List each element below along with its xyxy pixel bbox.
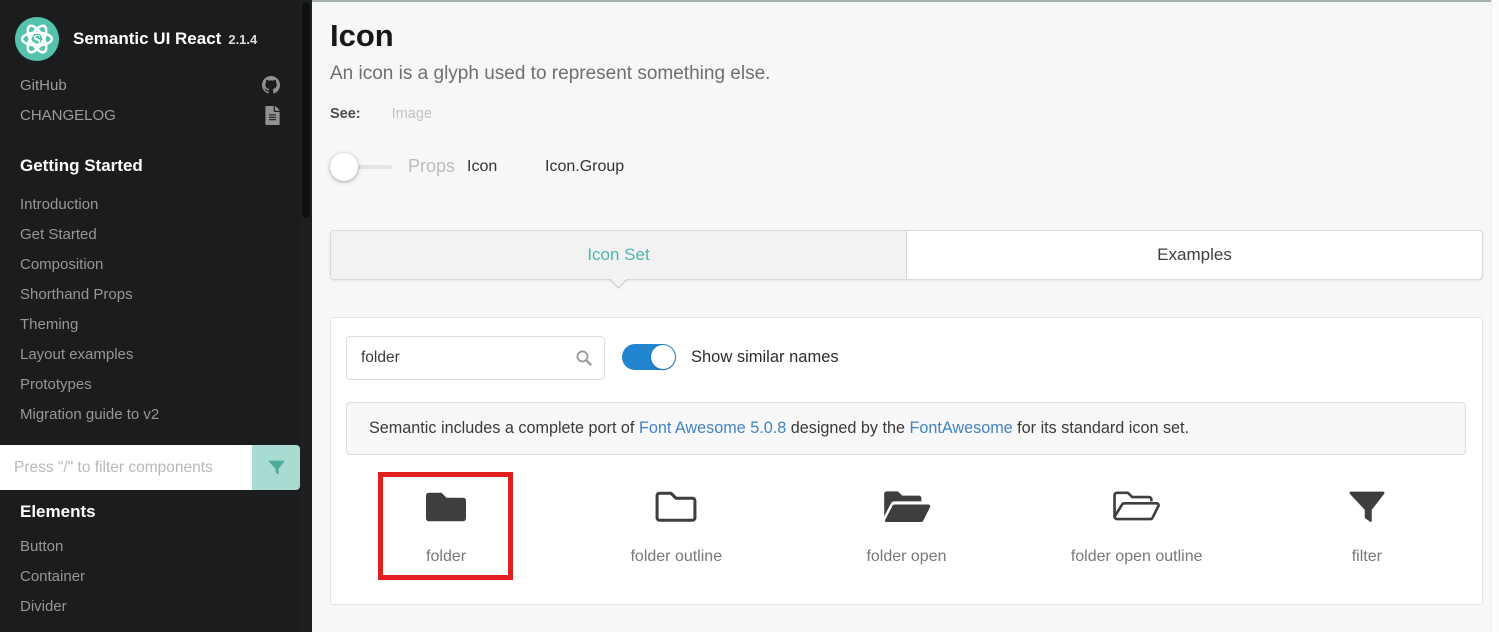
search-icon [575, 349, 593, 372]
sidebar-item-introduction[interactable]: Introduction [0, 190, 300, 220]
folder-open-outline-icon [1111, 478, 1162, 536]
tab-menu: Icon Set Examples [330, 230, 1483, 280]
sidebar-scrollbar-thumb[interactable] [302, 2, 310, 218]
see-label: See: [330, 106, 361, 122]
message-text: designed by the [786, 419, 909, 437]
react-atom-logo-icon: S [14, 16, 60, 62]
icon-result-label: folder open outline [1071, 548, 1203, 566]
page-scrollbar[interactable] [1491, 0, 1499, 632]
sidebar-item-migration-guide[interactable]: Migration guide to v2 [0, 400, 300, 430]
github-link-label: GitHub [20, 77, 67, 94]
component-filter [0, 445, 300, 490]
file-alt-icon [265, 106, 280, 125]
font-awesome-version-link[interactable]: Font Awesome 5.0.8 [639, 419, 786, 437]
sidebar: S Semantic UI React 2.1.4 GitHub CHANGELO… [0, 0, 312, 632]
page-title: Icon [330, 18, 394, 54]
icon-set-panel: Show similar names Semantic includes a c… [330, 317, 1483, 605]
icon-result-folder-outline[interactable]: folder outline [561, 478, 791, 566]
icon-result-folder[interactable]: folder [331, 478, 561, 566]
main-content: Icon An icon is a glyph used to represen… [312, 0, 1499, 632]
sidebar-link-github[interactable]: GitHub [0, 70, 300, 100]
component-filter-button[interactable] [252, 445, 300, 490]
see-link-image[interactable]: Image [392, 106, 432, 122]
folder-solid-icon [423, 478, 469, 536]
tab-examples[interactable]: Examples [907, 231, 1482, 279]
props-toggle-knob[interactable] [330, 153, 358, 181]
component-filter-input[interactable] [0, 445, 252, 490]
changelog-link-label: CHANGELOG [20, 107, 116, 124]
icon-results-grid: folder folder outline folder open [331, 478, 1482, 566]
sidebar-item-button[interactable]: Button [0, 532, 300, 562]
icon-result-label: folder open [866, 548, 946, 566]
sidebar-section-getting-started: Getting Started [0, 154, 300, 178]
show-similar-names-label: Show similar names [691, 348, 839, 367]
sidebar-item-prototypes[interactable]: Prototypes [0, 370, 300, 400]
message-text: for its standard icon set. [1013, 419, 1189, 437]
icon-result-folder-open-outline[interactable]: folder open outline [1022, 478, 1252, 566]
show-similar-names-toggle-knob[interactable] [651, 345, 675, 369]
props-bar: Props Icon Icon.Group [312, 152, 1499, 182]
filter-icon [1348, 478, 1386, 536]
show-similar-names-toggle[interactable] [622, 344, 676, 370]
sidebar-item-theming[interactable]: Theming [0, 310, 300, 340]
component-link-icon[interactable]: Icon [467, 158, 497, 176]
sidebar-item-get-started[interactable]: Get Started [0, 220, 300, 250]
sidebar-item-layout-examples[interactable]: Layout examples [0, 340, 300, 370]
filter-icon [268, 459, 285, 476]
sidebar-item-divider[interactable]: Divider [0, 592, 300, 622]
sidebar-item-composition[interactable]: Composition [0, 250, 300, 280]
brand-title: Semantic UI React [73, 29, 221, 48]
font-awesome-message: Semantic includes a complete port of Fon… [346, 402, 1466, 455]
props-toggle[interactable] [330, 152, 394, 182]
brand-version: 2.1.4 [228, 32, 257, 47]
sidebar-link-changelog[interactable]: CHANGELOG [0, 100, 300, 130]
icon-result-label: folder outline [630, 548, 722, 566]
see-also-row: See: Image [330, 106, 432, 122]
icon-search-input[interactable] [346, 336, 605, 380]
font-awesome-link[interactable]: FontAwesome [910, 419, 1013, 437]
icon-result-folder-open[interactable]: folder open [791, 478, 1021, 566]
folder-open-solid-icon [881, 478, 932, 536]
icon-result-label: folder [426, 548, 466, 566]
brand[interactable]: S Semantic UI React 2.1.4 [0, 0, 300, 70]
sidebar-scrollbar[interactable] [300, 0, 312, 632]
sidebar-section-elements: Elements [0, 500, 300, 524]
component-link-icon-group[interactable]: Icon.Group [545, 158, 624, 176]
folder-outline-icon [653, 478, 699, 536]
sidebar-item-shorthand-props[interactable]: Shorthand Props [0, 280, 300, 310]
sidebar-item-container[interactable]: Container [0, 562, 300, 592]
github-icon [262, 76, 280, 94]
icon-result-filter[interactable]: filter [1252, 478, 1482, 566]
props-toggle-label: Props [408, 156, 455, 177]
message-text: Semantic includes a complete port of [369, 419, 639, 437]
svg-text:S: S [33, 32, 41, 48]
icon-search [346, 336, 605, 380]
page-subtitle: An icon is a glyph used to represent som… [330, 63, 770, 85]
icon-result-label: filter [1352, 548, 1382, 566]
